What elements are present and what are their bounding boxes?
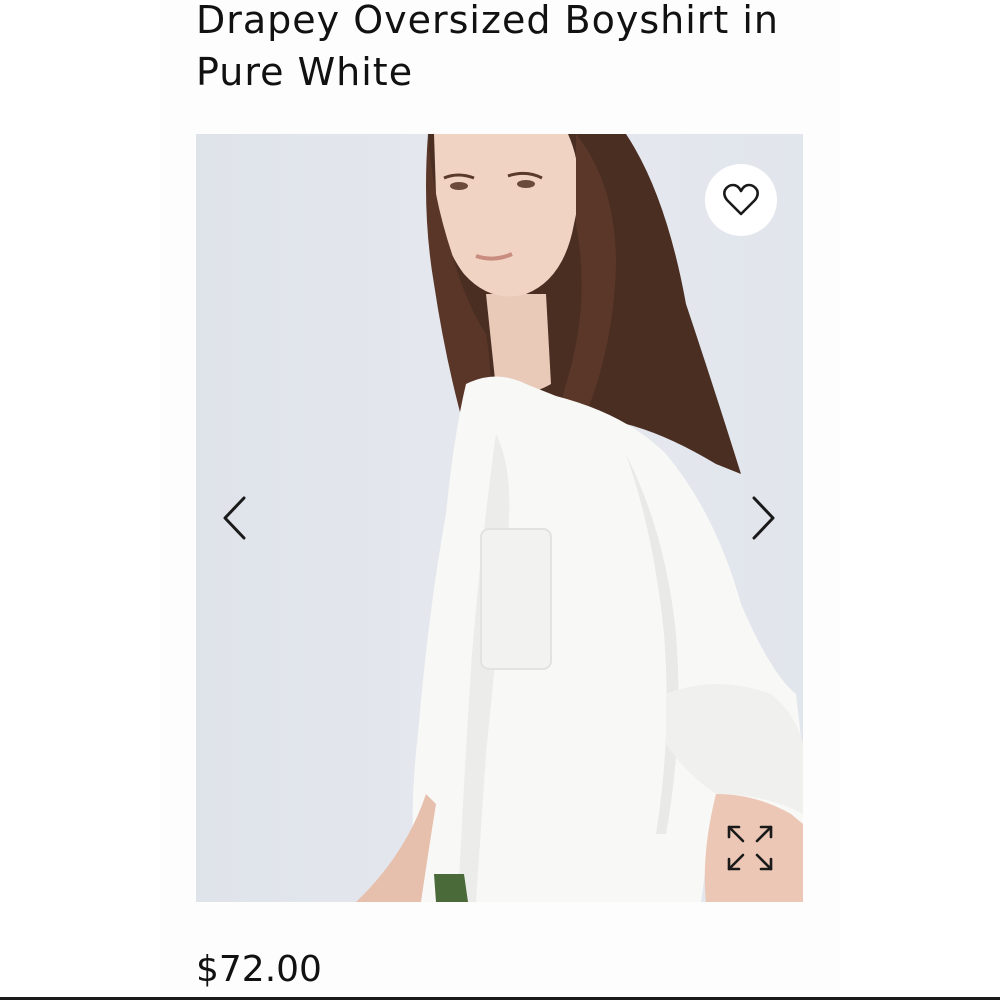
product-title: Drapey Oversized Boyshirt in Pure White bbox=[196, 0, 780, 94]
chevron-right-icon bbox=[752, 496, 775, 540]
product-price: $72.00 bbox=[196, 949, 322, 990]
favorite-button[interactable] bbox=[705, 164, 777, 236]
product-page: Drapey Oversized Boyshirt in Pure White bbox=[0, 0, 1000, 1000]
expand-image-button[interactable] bbox=[722, 820, 778, 876]
heart-icon bbox=[723, 183, 759, 216]
product-image-gallery[interactable] bbox=[196, 134, 803, 902]
right-margin bbox=[840, 0, 1000, 1000]
expand-arrows-icon bbox=[727, 825, 773, 871]
left-margin bbox=[0, 0, 160, 1000]
chevron-left-icon bbox=[223, 496, 246, 540]
product-photo bbox=[356, 134, 803, 902]
previous-image-button[interactable] bbox=[216, 494, 252, 542]
next-image-button[interactable] bbox=[746, 494, 782, 542]
